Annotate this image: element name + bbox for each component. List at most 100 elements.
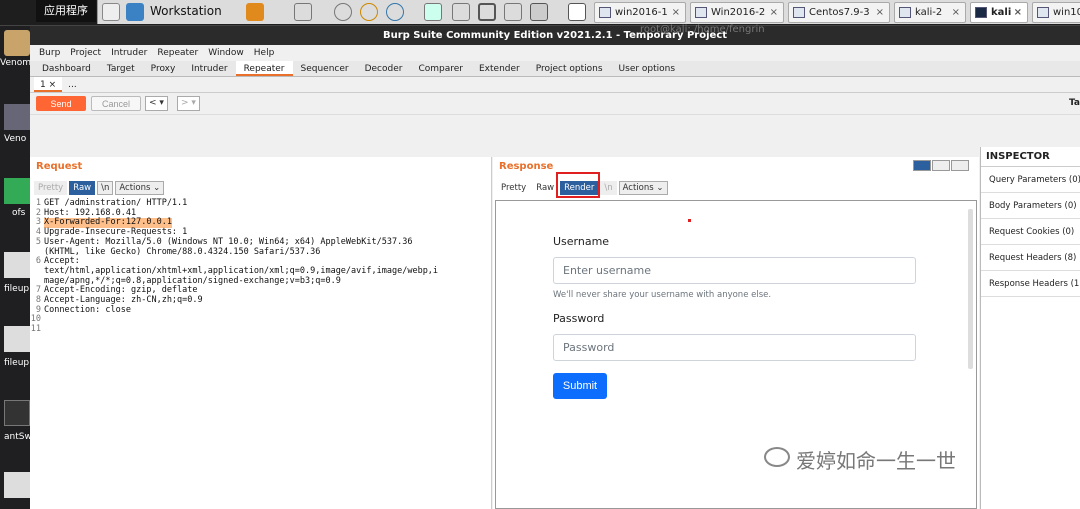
network-icon[interactable] (294, 3, 312, 21)
inspector-request-headers[interactable]: Request Headers (8) (981, 245, 1080, 271)
tab-decoder[interactable]: Decoder (357, 61, 411, 76)
newline-toggle[interactable]: \n (600, 181, 617, 195)
watermark-text: 爱婷如命一生一世 (796, 449, 956, 473)
tab-comparer[interactable]: Comparer (410, 61, 471, 76)
request-view-modes: Pretty Raw \n Actions ⌄ (34, 181, 165, 195)
library-icon[interactable] (568, 3, 586, 21)
menu-window[interactable]: Window (203, 45, 249, 61)
menu-repeater[interactable]: Repeater (152, 45, 203, 61)
close-icon[interactable]: × (876, 3, 884, 22)
stacked-layout-icon[interactable] (932, 160, 950, 171)
raw-mode-button[interactable]: Raw (532, 181, 558, 195)
app-icon[interactable] (4, 178, 30, 204)
window-titlebar: root@kali: /home/fengrin Burp Suite Comm… (30, 24, 1080, 45)
scrollbar[interactable] (968, 209, 973, 369)
snapshot-restore-icon[interactable] (360, 3, 378, 21)
os-top-bar: 应用程序 Workstation win2016-1 × Win2016-2 × C… (0, 0, 1080, 26)
tab-repeater[interactable]: Repeater (235, 61, 293, 76)
vm-tab[interactable]: kali-2 × (894, 2, 966, 23)
close-icon[interactable]: × (952, 3, 960, 22)
menu-burp[interactable]: Burp (34, 45, 65, 61)
vm-icon (793, 7, 805, 18)
tab-dashboard[interactable]: Dashboard (34, 61, 99, 76)
ant-icon[interactable] (4, 400, 30, 426)
send-button[interactable]: Send (36, 96, 86, 111)
vm-icon (899, 7, 911, 18)
file-icon[interactable] (4, 472, 30, 498)
username-label: Username (553, 235, 610, 248)
snapshot-manager-icon[interactable] (386, 3, 404, 21)
workstation-label[interactable]: Workstation (150, 4, 222, 18)
pretty-mode-button[interactable]: Pretty (34, 181, 68, 195)
menu-help[interactable]: Help (249, 45, 280, 61)
cancel-button[interactable]: Cancel (91, 96, 141, 111)
code-line: (KHTML, like Gecko) Chrome/88.0.4324.150… (44, 246, 321, 257)
unity-icon[interactable] (504, 3, 522, 21)
fullscreen-icon[interactable] (478, 3, 496, 21)
previous-request-button[interactable]: < ▾ (145, 96, 168, 111)
vm-icon (695, 7, 707, 18)
vm-tab[interactable]: win10 (1032, 2, 1080, 23)
tab-target[interactable]: Target (99, 61, 143, 76)
background-window-title: root@kali: /home/fengrin (640, 24, 765, 35)
code-line: 9 Connection: close (35, 304, 131, 315)
response-panel: Response Pretty Raw Render \n Actions ⌄ … (493, 157, 979, 509)
actions-dropdown[interactable]: Actions ⌄ (115, 181, 165, 195)
snapshot-icon[interactable] (334, 3, 352, 21)
inspector-request-cookies[interactable]: Request Cookies (0) (981, 219, 1080, 245)
request-editor[interactable]: 1 GET /adminstration/ HTTP/1.1 2 Host: 192… (30, 198, 492, 335)
main-tabs: Dashboard Target Proxy Intruder Repeater… (30, 61, 1080, 77)
tab-extender[interactable]: Extender (471, 61, 528, 76)
inspector-query-parameters[interactable]: Query Parameters (0) (981, 167, 1080, 193)
request-title: Request (36, 161, 83, 172)
repeater-tab-more[interactable]: ... (62, 77, 83, 92)
repeater-toolbar: Send Cancel < ▾ > ▾ Ta (30, 93, 1080, 115)
inspector-response-headers[interactable]: Response Headers (11 (981, 271, 1080, 297)
pin-icon[interactable] (102, 3, 120, 21)
vm-icon (1037, 7, 1049, 18)
tabbed-layout-icon[interactable] (951, 160, 969, 171)
code-line: 11 (30, 324, 41, 335)
file-icon[interactable] (4, 326, 30, 352)
kali-icon (975, 7, 987, 18)
close-icon[interactable]: × (770, 3, 778, 22)
username-input[interactable]: Enter username (553, 257, 916, 284)
pause-icon[interactable] (246, 3, 264, 21)
menu-intruder[interactable]: Intruder (106, 45, 152, 61)
tab-sequencer[interactable]: Sequencer (293, 61, 357, 76)
actions-dropdown[interactable]: Actions ⌄ (618, 181, 668, 195)
vm-tab-active[interactable]: kali × (970, 2, 1028, 23)
tab-proxy[interactable]: Proxy (143, 61, 184, 76)
burp-window: root@kali: /home/fengrin Burp Suite Comm… (30, 24, 1080, 509)
raw-mode-button[interactable]: Raw (69, 181, 96, 195)
vm-icon (599, 7, 611, 18)
console-view-icon[interactable] (452, 3, 470, 21)
display-icon[interactable] (530, 3, 548, 21)
newline-toggle[interactable]: \n (97, 181, 114, 195)
desktop-sidebar: Venom Veno ofs fileup fileup antSw (0, 0, 34, 509)
menu-bar: Burp Project Intruder Repeater Window He… (30, 45, 1080, 61)
close-icon[interactable]: × (1014, 3, 1022, 22)
repeater-tab-1[interactable]: 1 × (34, 77, 63, 92)
repeater-tabs: 1 × ... (30, 77, 1080, 93)
tab-project-options[interactable]: Project options (528, 61, 611, 76)
tab-intruder[interactable]: Intruder (183, 61, 235, 76)
side-by-side-layout-icon[interactable] (913, 160, 931, 171)
annotation-dot (688, 219, 691, 222)
next-request-button[interactable]: > ▾ (177, 96, 200, 111)
sidebar-view-icon[interactable] (424, 3, 442, 21)
vm-tab[interactable]: Centos7.9-3 × (788, 2, 890, 23)
inspector-body-parameters[interactable]: Body Parameters (0) (981, 193, 1080, 219)
folder-icon[interactable] (4, 30, 30, 56)
inspector-panel: INSPECTOR Query Parameters (0) Body Para… (980, 147, 1080, 509)
target-label[interactable]: Ta (1069, 98, 1080, 108)
password-input[interactable]: Password (553, 334, 916, 361)
file-icon[interactable] (4, 252, 30, 278)
tab-user-options[interactable]: User options (611, 61, 684, 76)
menu-project[interactable]: Project (65, 45, 106, 61)
app-icon[interactable] (4, 104, 30, 130)
applications-menu[interactable]: 应用程序 (36, 0, 96, 22)
pretty-mode-button[interactable]: Pretty (497, 181, 530, 195)
submit-button[interactable]: Submit (553, 373, 607, 399)
password-label: Password (553, 312, 605, 325)
